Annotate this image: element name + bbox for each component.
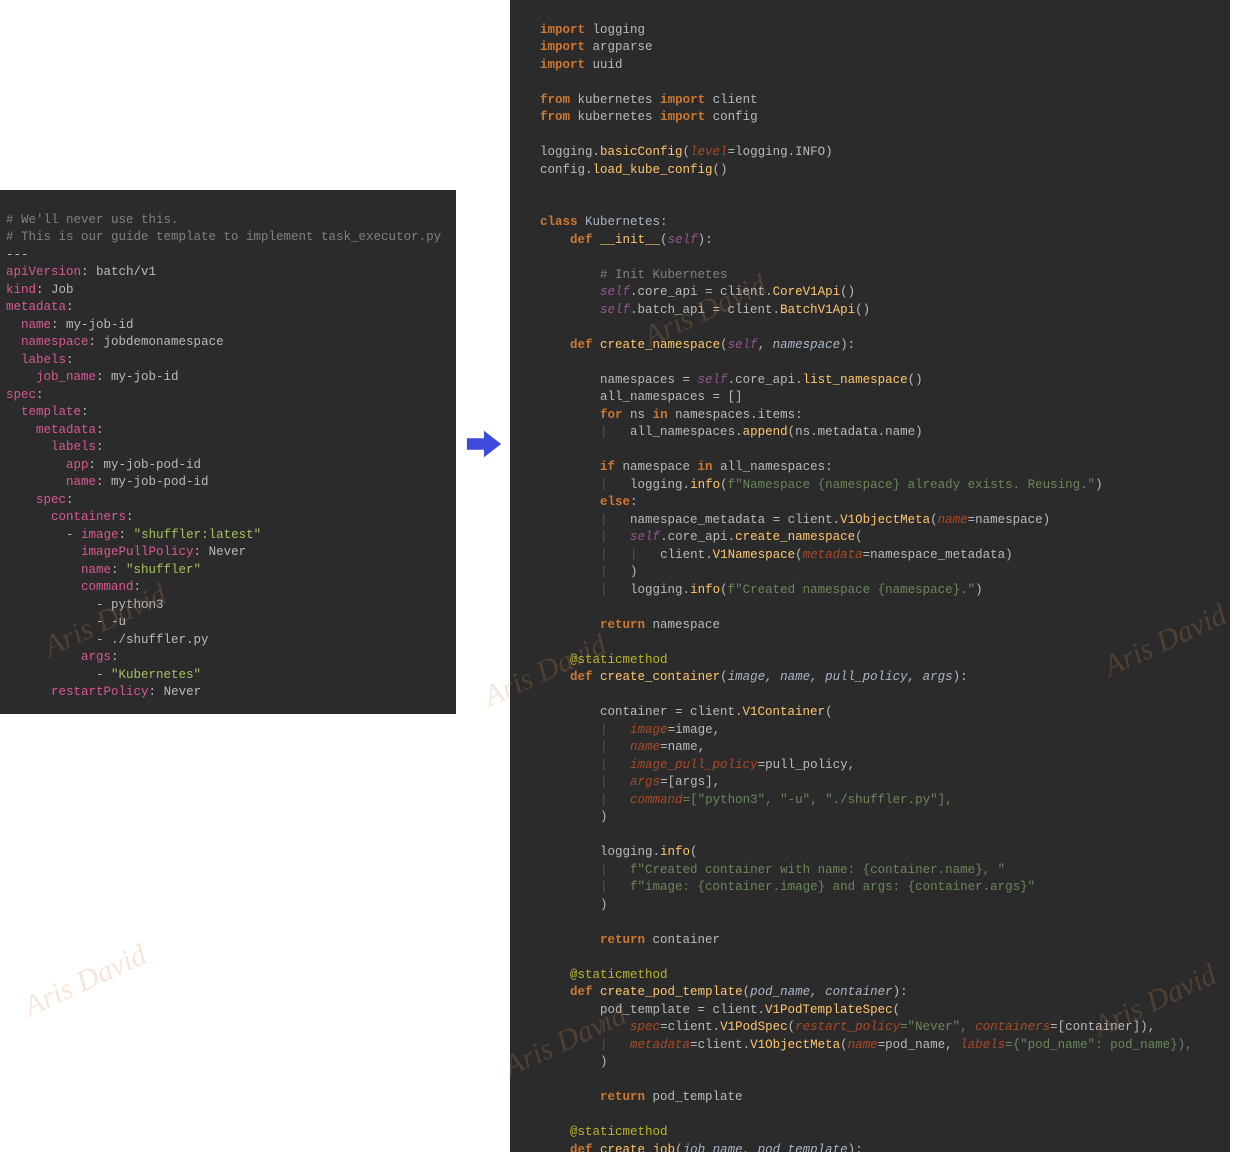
py-class-kw: class: [540, 215, 578, 229]
py-import3: import: [540, 58, 585, 72]
yaml-containers-key: containers: [51, 510, 126, 524]
py-classname: Kubernetes:: [585, 215, 668, 229]
py-fstr2: f"Created namespace {namespace}.": [728, 583, 976, 597]
yaml-dashes: ---: [6, 248, 29, 262]
yaml-labels2-key: labels: [51, 440, 96, 454]
yaml-metadata-key: metadata: [6, 300, 66, 314]
watermark: Aris David: [17, 934, 153, 1027]
yaml-cname-val: "shuffler": [126, 563, 201, 577]
py-loadkube: load_kube_config: [593, 163, 713, 177]
yaml-jobname-val: my-job-id: [111, 370, 179, 384]
yaml-name-key: name: [21, 318, 51, 332]
py-create-namespace: create_namespace: [600, 338, 720, 352]
yaml-apiversion-key: apiVersion: [6, 265, 81, 279]
yaml-cname-key: name: [81, 563, 111, 577]
yaml-cmd2: -u: [111, 615, 126, 629]
yaml-comment2: # This is our guide template to implemen…: [6, 230, 441, 244]
yaml-kind-val: Job: [51, 283, 74, 297]
py-uuid: uuid: [593, 58, 623, 72]
py-create-job: create_job: [600, 1143, 675, 1152]
py-logging: logging: [593, 23, 646, 37]
py-create-pod-template: create_pod_template: [600, 985, 743, 999]
yaml-apiversion-val: batch/v1: [96, 265, 156, 279]
py-init: __init__: [600, 233, 660, 247]
py-loginfo2b: f"image: {container.image} and args: {co…: [630, 880, 1035, 894]
py-corev1api: CoreV1Api: [773, 285, 841, 299]
py-import2: import: [540, 40, 585, 54]
py-staticmethod2: @staticmethod: [570, 968, 668, 982]
py-argparse: argparse: [593, 40, 653, 54]
yaml-app-val: my-job-pod-id: [104, 458, 202, 472]
arrow-icon: [465, 425, 503, 463]
yaml-restart-val: Never: [164, 685, 202, 699]
py-from2: from: [540, 110, 570, 124]
yaml-image-val: "shuffler:latest": [134, 528, 262, 542]
py-listns: list_namespace: [803, 373, 908, 387]
py-from1: from: [540, 93, 570, 107]
yaml-name2-val: my-job-pod-id: [111, 475, 209, 489]
yaml-name2-key: name: [66, 475, 96, 489]
python-editor: import logging import argparse import uu…: [510, 0, 1230, 1152]
yaml-image-key: image: [81, 528, 119, 542]
py-init-comment: # Init Kubernetes: [600, 268, 728, 282]
yaml-restart-key: restartPolicy: [51, 685, 149, 699]
yaml-command-key: command: [81, 580, 134, 594]
yaml-cmd1: python3: [111, 598, 164, 612]
yaml-template-key: template: [21, 405, 81, 419]
yaml-metadata2-key: metadata: [36, 423, 96, 437]
yaml-name-val: my-job-id: [66, 318, 134, 332]
yaml-editor: # We'll never use this. # This is our gu…: [0, 190, 456, 714]
yaml-cmd3: ./shuffler.py: [111, 633, 209, 647]
py-fstr1: f"Namespace {namespace} already exists. …: [728, 478, 1096, 492]
py-staticmethod3: @staticmethod: [570, 1125, 668, 1139]
py-import1: import: [540, 23, 585, 37]
py-create-container: create_container: [600, 670, 720, 684]
yaml-ipp-val: Never: [209, 545, 247, 559]
yaml-ipp-key: imagePullPolicy: [81, 545, 194, 559]
py-staticmethod1: @staticmethod: [570, 653, 668, 667]
py-batchv1api: BatchV1Api: [780, 303, 855, 317]
yaml-app-key: app: [66, 458, 89, 472]
py-basicconfig: basicConfig: [600, 145, 683, 159]
yaml-spec-key: spec: [6, 388, 36, 402]
yaml-kind-key: kind: [6, 283, 36, 297]
yaml-jobname-key: job_name: [36, 370, 96, 384]
yaml-namespace-val: jobdemonamespace: [104, 335, 224, 349]
yaml-namespace-key: namespace: [21, 335, 89, 349]
yaml-args1: "Kubernetes": [111, 668, 201, 682]
yaml-args-key: args: [81, 650, 111, 664]
yaml-spec2-key: spec: [36, 493, 66, 507]
yaml-comment1: # We'll never use this.: [6, 213, 179, 227]
yaml-labels-key: labels: [21, 353, 66, 367]
py-loginfo2a: f"Created container with name: {containe…: [630, 863, 1005, 877]
